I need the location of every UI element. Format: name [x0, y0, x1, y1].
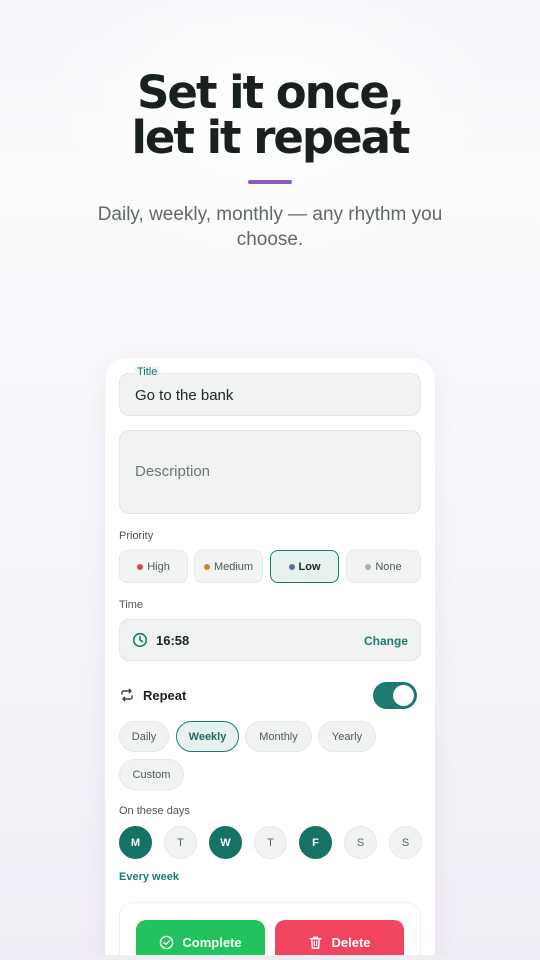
- delete-button-label: Delete: [331, 934, 371, 950]
- priority-label: Priority: [119, 530, 154, 542]
- priority-chip-label: None: [375, 560, 402, 573]
- frequency-chip-weekly[interactable]: Weekly: [176, 721, 239, 752]
- day-toggle-tuesday[interactable]: T: [164, 826, 197, 859]
- days-label: On these days: [119, 805, 190, 817]
- reminder-form-card: Title Go to the bank Description Priorit…: [105, 358, 435, 960]
- hero: Set it once, let it repeat Daily, weekly…: [0, 70, 540, 252]
- clock-icon: [132, 632, 148, 648]
- headline: Set it once, let it repeat: [0, 70, 540, 160]
- frequency-chip-daily[interactable]: Daily: [119, 721, 169, 752]
- time-field[interactable]: 16:58 Change: [119, 619, 421, 661]
- trash-icon: [310, 936, 322, 949]
- priority-dot-icon: [137, 563, 144, 570]
- headline-line-2: let it repeat: [131, 111, 410, 164]
- check-circle-icon: [160, 935, 174, 949]
- time-value: 16:58: [156, 633, 190, 648]
- description-placeholder: Description: [135, 463, 211, 480]
- priority-chip-high[interactable]: High: [119, 550, 188, 583]
- complete-button-label: Complete: [182, 934, 242, 950]
- repeat-toggle[interactable]: [373, 682, 417, 709]
- priority-dot-icon: [365, 563, 372, 570]
- title-field[interactable]: Title Go to the bank: [119, 366, 421, 416]
- title-field-label: Title: [135, 366, 160, 378]
- priority-dot-icon: [203, 563, 210, 570]
- priority-chip-label: Medium: [213, 560, 254, 573]
- day-toggle-friday[interactable]: F: [299, 826, 332, 859]
- repeat-label: Repeat: [143, 688, 187, 703]
- day-toggle-thursday[interactable]: T: [254, 826, 287, 859]
- accent-bar: [248, 180, 292, 184]
- description-field[interactable]: Description: [119, 430, 421, 514]
- repeat-icon: [121, 688, 133, 702]
- complete-button[interactable]: Complete: [136, 920, 265, 960]
- frequency-chip-custom[interactable]: Custom: [119, 759, 184, 790]
- frequency-chip-monthly[interactable]: Monthly: [245, 721, 312, 752]
- day-toggle-monday[interactable]: M: [119, 826, 152, 859]
- priority-chip-medium[interactable]: Medium: [194, 550, 263, 583]
- priority-chip-label: Low: [298, 560, 321, 573]
- priority-dot-icon: [288, 563, 295, 570]
- priority-chip-label: High: [147, 560, 170, 573]
- repeat-summary: Every week: [119, 871, 179, 883]
- bottom-fade: [0, 955, 540, 960]
- delete-button[interactable]: Delete: [275, 920, 404, 960]
- toggle-knob: [393, 685, 414, 706]
- priority-chip-low[interactable]: Low: [270, 550, 339, 583]
- day-toggle-wednesday[interactable]: W: [209, 826, 242, 859]
- action-panel: Complete Delete: [119, 902, 421, 960]
- title-field-value[interactable]: Go to the bank: [135, 387, 233, 404]
- day-toggle-sunday[interactable]: S: [389, 826, 422, 859]
- priority-chip-none[interactable]: None: [346, 550, 421, 583]
- time-label: Time: [119, 599, 144, 611]
- priority-selector: High Medium Low None: [119, 550, 421, 583]
- time-change-button[interactable]: Change: [364, 634, 408, 648]
- frequency-chip-yearly[interactable]: Yearly: [318, 721, 376, 752]
- headline-line-1: Set it once,: [137, 66, 405, 119]
- day-toggle-saturday[interactable]: S: [344, 826, 377, 859]
- subtitle: Daily, weekly, monthly — any rhythm you …: [97, 204, 443, 250]
